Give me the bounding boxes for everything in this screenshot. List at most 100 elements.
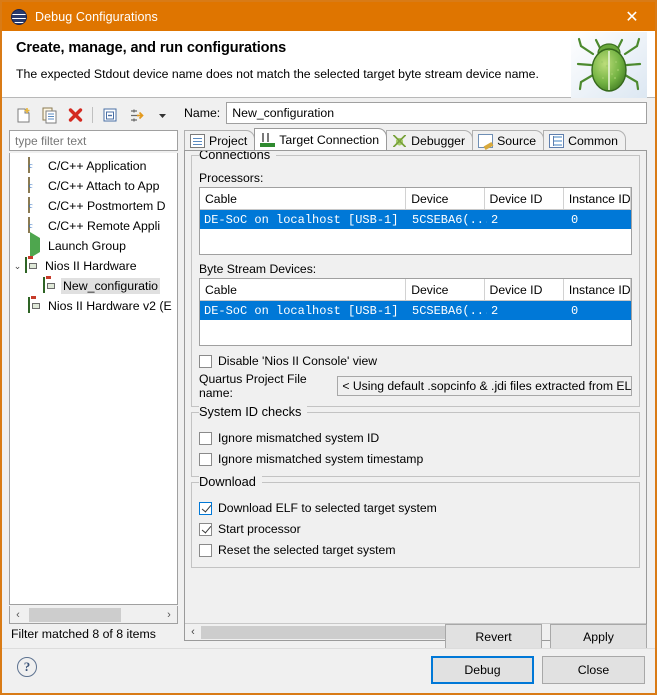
quartus-project-file-value[interactable]: < Using default .sopcinfo & .jdi files e…: [337, 375, 632, 396]
cell-cable: DE-SoC on localhost [USB-1]: [204, 303, 399, 318]
nios-icon: [28, 297, 44, 314]
download-elf-row[interactable]: Download ELF to selected target system: [199, 498, 632, 518]
ignore-mismatched-system-timestamp-row[interactable]: Ignore mismatched system timestamp: [199, 449, 632, 469]
tree-item-nios-ii-hardware-v2[interactable]: Nios II Hardware v2 (E: [10, 296, 177, 316]
cpp-icon: [28, 157, 44, 174]
disable-nios-console-row[interactable]: Disable 'Nios II Console' view: [199, 351, 632, 371]
window-title: Debug Configurations: [35, 9, 158, 24]
disable-nios-console-checkbox[interactable]: [199, 354, 212, 368]
quartus-project-file-label: Quartus Project File name:: [199, 371, 307, 400]
table-row[interactable]: DE-SoC on localhost [USB-1] 5CSEBA6(... …: [200, 210, 631, 229]
debugger-icon: [392, 133, 408, 148]
name-label: Name:: [184, 106, 221, 120]
debug-button[interactable]: Debug: [431, 656, 534, 684]
column-header-device[interactable]: Device: [406, 279, 485, 300]
byte-stream-devices-table[interactable]: Cable Device Device ID Instance ID DE-So…: [199, 278, 632, 346]
revert-button[interactable]: Revert: [445, 624, 542, 649]
column-header-cable[interactable]: Cable: [200, 279, 407, 300]
processors-table[interactable]: Cable Device Device ID Instance ID DE-So…: [199, 187, 632, 255]
tab-project[interactable]: Project: [184, 130, 256, 150]
scroll-left-icon[interactable]: ‹: [185, 626, 201, 638]
tab-debugger[interactable]: Debugger: [386, 130, 474, 150]
column-header-instance-id[interactable]: Instance ID: [564, 279, 631, 300]
tree-toolbar: [9, 102, 178, 128]
delete-configuration-icon[interactable]: [64, 104, 86, 126]
download-elf-checkbox[interactable]: [199, 501, 212, 515]
view-menu-chevron-down-icon[interactable]: [151, 104, 173, 126]
scroll-left-icon[interactable]: ‹: [10, 609, 26, 621]
reset-target-system-checkbox[interactable]: [199, 543, 212, 557]
tab-common[interactable]: Common: [543, 130, 626, 150]
reset-target-system-row[interactable]: Reset the selected target system: [199, 540, 632, 560]
quartus-project-file-row: Quartus Project File name: < Using defau…: [199, 372, 632, 400]
collapse-all-icon[interactable]: [99, 104, 121, 126]
tree-item-label: Nios II Hardware v2 (E: [48, 299, 172, 313]
tree-item-label: C/C++ Attach to App: [48, 179, 160, 193]
table-header-row: Cable Device Device ID Instance ID: [200, 279, 631, 301]
tree-item-cpp-attach-to-app[interactable]: C/C++ Attach to App: [10, 176, 177, 196]
nios-icon: [25, 257, 41, 274]
dialog-footer: ? Debug Close: [2, 648, 655, 693]
chevron-down-icon[interactable]: ⌄: [10, 261, 25, 272]
tab-label: Target Connection: [279, 132, 380, 147]
tree-item-launch-group[interactable]: Launch Group: [10, 232, 177, 258]
new-launch-configuration-icon[interactable]: [12, 104, 34, 126]
cell-device: 5CSEBA6(...: [412, 303, 487, 318]
table-row[interactable]: DE-SoC on localhost [USB-1] 5CSEBA6(... …: [200, 301, 631, 320]
launch-group-icon: [28, 232, 44, 258]
footer-buttons: Debug Close: [431, 656, 645, 684]
tree-item-new-configuration[interactable]: New_configuratio: [10, 276, 177, 296]
tree-item-label: New_configuratio: [61, 278, 161, 294]
revert-apply-row: Revert Apply: [445, 624, 647, 649]
source-icon: [478, 133, 494, 148]
scrollbar-thumb[interactable]: [29, 607, 121, 622]
cell-device: 5CSEBA6(...: [412, 212, 487, 227]
tree-item-label: Nios II Hardware: [45, 259, 137, 273]
system-id-checks-legend: System ID checks: [199, 404, 308, 419]
cell-instance-id: 0: [571, 303, 579, 318]
filter-text-field-wrap: [9, 130, 178, 151]
scroll-right-icon[interactable]: ›: [161, 609, 177, 621]
configurations-tree[interactable]: C/C++ Application C/C++ Attach to App C/…: [9, 153, 178, 605]
column-header-cable[interactable]: Cable: [200, 188, 407, 209]
close-button[interactable]: Close: [542, 656, 645, 684]
start-processor-checkbox[interactable]: [199, 522, 212, 536]
tab-target-connection[interactable]: Target Connection: [254, 128, 388, 150]
configuration-editor-panel: Name: Project Target Connection Debugger: [184, 102, 647, 641]
target-connection-icon: [260, 132, 276, 147]
column-header-device[interactable]: Device: [406, 188, 485, 209]
ignore-mismatched-system-id-checkbox[interactable]: [199, 431, 212, 445]
ignore-mismatched-system-id-label: Ignore mismatched system ID: [218, 431, 380, 445]
cell-instance-id: 0: [571, 212, 579, 227]
byte-stream-devices-label: Byte Stream Devices:: [199, 262, 317, 276]
ignore-mismatched-system-id-row[interactable]: Ignore mismatched system ID: [199, 428, 632, 448]
help-icon[interactable]: ?: [17, 657, 37, 677]
close-icon[interactable]: ✕: [609, 2, 655, 31]
tab-label: Common: [568, 133, 618, 148]
tree-horizontal-scrollbar[interactable]: ‹ ›: [9, 606, 178, 624]
title-bar: Debug Configurations ✕: [2, 2, 655, 31]
tree-item-cpp-application[interactable]: C/C++ Application: [10, 156, 177, 176]
cell-cable: DE-SoC on localhost [USB-1]: [204, 212, 399, 227]
start-processor-label: Start processor: [218, 522, 301, 536]
column-header-device-id[interactable]: Device ID: [485, 188, 564, 209]
scrollbar-thumb[interactable]: [201, 625, 448, 639]
configuration-name-row: Name:: [184, 102, 647, 124]
ignore-mismatched-system-timestamp-checkbox[interactable]: [199, 452, 212, 466]
start-processor-row[interactable]: Start processor: [199, 519, 632, 539]
tree-item-cpp-postmortem-debugger[interactable]: C/C++ Postmortem D: [10, 196, 177, 216]
configuration-name-input[interactable]: [227, 103, 646, 123]
filter-launch-configurations-icon[interactable]: [125, 104, 147, 126]
column-header-device-id[interactable]: Device ID: [485, 279, 564, 300]
tree-item-label: C/C++ Postmortem D: [48, 199, 166, 213]
filter-input[interactable]: [10, 131, 177, 150]
duplicate-configuration-icon[interactable]: [38, 104, 60, 126]
tab-label: Debugger: [411, 133, 466, 148]
download-group: Download Download ELF to selected target…: [191, 474, 640, 568]
column-header-instance-id[interactable]: Instance ID: [564, 188, 631, 209]
dialog-header: Create, manage, and run configurations T…: [2, 31, 655, 98]
connections-group: Connections Processors: Cable Device Dev…: [191, 151, 640, 407]
tree-item-nios-ii-hardware[interactable]: ⌄ Nios II Hardware: [10, 256, 177, 276]
tab-source[interactable]: Source: [472, 130, 545, 150]
apply-button[interactable]: Apply: [550, 624, 647, 649]
